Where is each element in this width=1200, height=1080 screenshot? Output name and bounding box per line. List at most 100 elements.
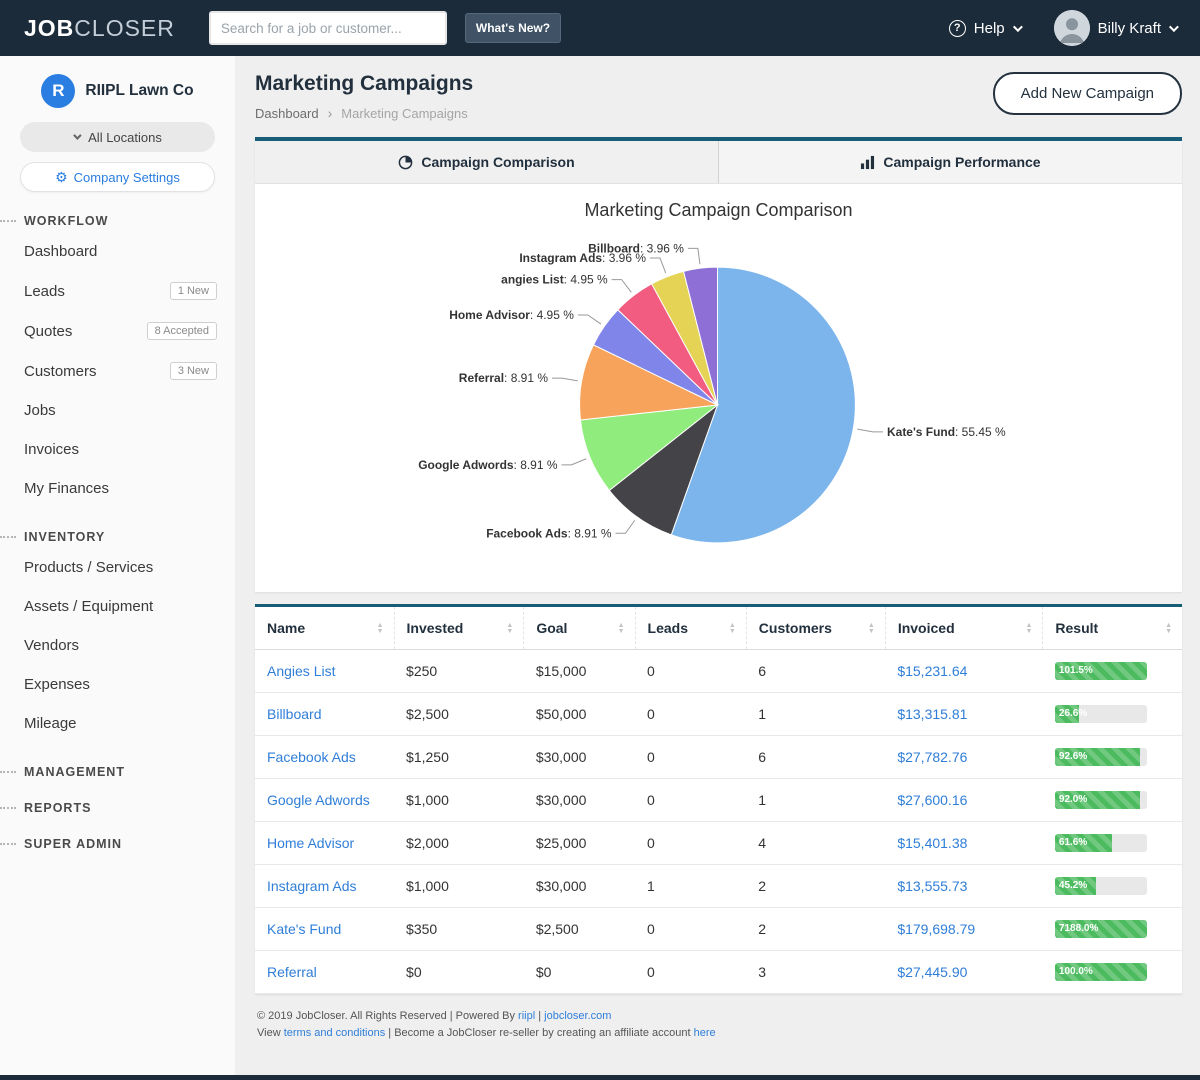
cell-customers: 6 <box>746 650 885 693</box>
campaign-link[interactable]: Billboard <box>267 706 321 722</box>
invoiced-link[interactable]: $13,315.81 <box>897 706 967 722</box>
riipl-link[interactable]: riipl <box>518 1010 535 1022</box>
chevron-right-icon: › <box>328 105 333 121</box>
campaign-link[interactable]: Kate's Fund <box>267 921 341 937</box>
pie-chart: Marketing Campaign Comparison Kate's Fun… <box>255 184 1182 592</box>
cell-invoiced: $179,698.79 <box>885 908 1043 951</box>
sidebar-item-leads[interactable]: Leads1 New <box>0 271 235 311</box>
cell-name: Billboard <box>255 693 394 736</box>
campaign-link[interactable]: Instagram Ads <box>267 878 357 894</box>
cell-invoiced: $27,600.16 <box>885 779 1043 822</box>
table-row-billboard: Billboard$2,500$50,00001$13,315.8126.6% <box>255 693 1182 736</box>
campaign-link[interactable]: Google Adwords <box>267 792 370 808</box>
campaign-link[interactable]: Facebook Ads <box>267 749 356 765</box>
section-label: MANAGEMENT <box>24 765 125 779</box>
terms-link[interactable]: terms and conditions <box>284 1027 386 1039</box>
table-row-google-adwords: Google Adwords$1,000$30,00001$27,600.169… <box>255 779 1182 822</box>
page-title: Marketing Campaigns <box>255 72 473 96</box>
sidebar-item-expenses[interactable]: Expenses <box>0 665 235 704</box>
column-header-invoiced[interactable]: Invoiced▲▼ <box>885 607 1043 650</box>
sidebar-item-my-finances[interactable]: My Finances <box>0 469 235 508</box>
search-input[interactable] <box>209 11 447 45</box>
cell-customers: 1 <box>746 779 885 822</box>
campaign-link[interactable]: Home Advisor <box>267 835 354 851</box>
app-logo[interactable]: JOBCLOSER <box>24 15 175 42</box>
breadcrumb-dashboard[interactable]: Dashboard <box>255 106 319 121</box>
sort-icon[interactable]: ▲▼ <box>729 623 736 635</box>
locations-dropdown[interactable]: All Locations <box>20 122 215 152</box>
cell-name: Instagram Ads <box>255 865 394 908</box>
campaign-link[interactable]: Referral <box>267 964 317 980</box>
column-header-name[interactable]: Name▲▼ <box>255 607 394 650</box>
tab-campaign-performance[interactable]: Campaign Performance <box>718 141 1182 183</box>
table-row-home-advisor: Home Advisor$2,000$25,00004$15,401.3861.… <box>255 822 1182 865</box>
sort-icon[interactable]: ▲▼ <box>868 623 875 635</box>
section-label: WORKFLOW <box>24 214 108 228</box>
cell-customers: 2 <box>746 908 885 951</box>
sidebar-section-super-admin[interactable]: SUPER ADMIN <box>0 837 235 851</box>
chart-title: Marketing Campaign Comparison <box>255 200 1182 221</box>
sort-icon[interactable]: ▲▼ <box>1165 623 1172 635</box>
sidebar-section-workflow[interactable]: WORKFLOW <box>0 214 235 228</box>
sort-icon[interactable]: ▲▼ <box>1025 623 1032 635</box>
label-connector <box>857 429 883 432</box>
invoiced-link[interactable]: $179,698.79 <box>897 921 975 937</box>
help-menu[interactable]: ? Help <box>949 20 1020 37</box>
sort-icon[interactable]: ▲▼ <box>377 623 384 635</box>
sidebar-item-dashboard[interactable]: Dashboard <box>0 232 235 271</box>
sidebar-item-products-services[interactable]: Products / Services <box>0 548 235 587</box>
campaign-link[interactable]: Angies List <box>267 663 335 679</box>
column-header-customers[interactable]: Customers▲▼ <box>746 607 885 650</box>
invoiced-link[interactable]: $27,445.90 <box>897 964 967 980</box>
column-header-goal[interactable]: Goal▲▼ <box>524 607 635 650</box>
user-menu[interactable]: Billy Kraft <box>1054 10 1176 46</box>
cell-customers: 1 <box>746 693 885 736</box>
tab-campaign-comparison[interactable]: Campaign Comparison <box>255 141 718 183</box>
logo-text-light: CLOSER <box>74 15 175 41</box>
table-header-row: Name▲▼Invested▲▼Goal▲▼Leads▲▼Customers▲▼… <box>255 607 1182 650</box>
sidebar-item-vendors[interactable]: Vendors <box>0 626 235 665</box>
invoiced-link[interactable]: $15,231.64 <box>897 663 967 679</box>
affiliate-link[interactable]: here <box>694 1027 716 1039</box>
result-progress: 92.6% <box>1055 748 1147 766</box>
add-new-campaign-button[interactable]: Add New Campaign <box>993 72 1182 115</box>
sidebar-item-quotes[interactable]: Quotes8 Accepted <box>0 311 235 351</box>
sidebar-item-customers[interactable]: Customers3 New <box>0 351 235 391</box>
invoiced-link[interactable]: $27,600.16 <box>897 792 967 808</box>
company-name: RIIPL Lawn Co <box>85 82 193 100</box>
sidebar-item-assets-equipment[interactable]: Assets / Equipment <box>0 587 235 626</box>
sidebar-item-invoices[interactable]: Invoices <box>0 430 235 469</box>
column-header-leads[interactable]: Leads ▲▼ <box>635 607 746 650</box>
sort-icon[interactable]: ▲▼ <box>618 623 625 635</box>
sidebar-item-jobs[interactable]: Jobs <box>0 391 235 430</box>
result-bar: 100.0% <box>1055 963 1147 981</box>
whats-new-button[interactable]: What's New? <box>465 13 561 43</box>
pie-label: Referral: 8.91 % <box>459 371 549 385</box>
cell-leads: 0 <box>635 693 746 736</box>
company-logo: R <box>41 74 75 108</box>
invoiced-link[interactable]: $13,555.73 <box>897 878 967 894</box>
column-header-result[interactable]: Result▲▼ <box>1043 607 1182 650</box>
column-label: Leads <box>648 620 688 636</box>
cell-result: 26.6% <box>1043 693 1182 736</box>
cell-customers: 6 <box>746 736 885 779</box>
sidebar-item-mileage[interactable]: Mileage <box>0 704 235 743</box>
invoiced-link[interactable]: $15,401.38 <box>897 835 967 851</box>
cell-invested: $1,000 <box>394 779 524 822</box>
section-dash <box>0 771 16 773</box>
sort-icon[interactable]: ▲▼ <box>506 623 513 635</box>
sidebar-item-label: Jobs <box>24 402 56 419</box>
cell-invested: $350 <box>394 908 524 951</box>
campaign-table-body: Angies List$250$15,00006$15,231.64101.5%… <box>255 650 1182 994</box>
company-settings-button[interactable]: ⚙ Company Settings <box>20 162 215 192</box>
cell-goal: $30,000 <box>524 779 635 822</box>
sidebar-section-inventory[interactable]: INVENTORY <box>0 530 235 544</box>
sidebar-section-reports[interactable]: REPORTS <box>0 801 235 815</box>
jobcloser-link[interactable]: jobcloser.com <box>544 1010 611 1022</box>
result-label: 92.0% <box>1059 794 1087 805</box>
column-header-invested[interactable]: Invested▲▼ <box>394 607 524 650</box>
cell-invoiced: $27,782.76 <box>885 736 1043 779</box>
sidebar-section-management[interactable]: MANAGEMENT <box>0 765 235 779</box>
invoiced-link[interactable]: $27,782.76 <box>897 749 967 765</box>
cell-invoiced: $15,401.38 <box>885 822 1043 865</box>
